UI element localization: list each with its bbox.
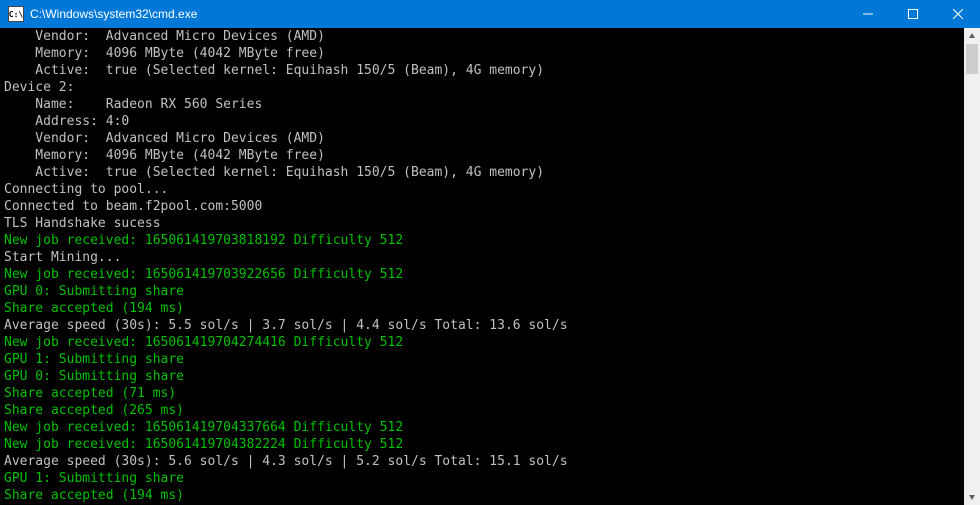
console-body: Vendor: Advanced Micro Devices (AMD) Mem… — [0, 28, 980, 505]
cmd-icon: C:\ — [8, 6, 24, 22]
console-line: Name: Radeon RX 560 Series — [4, 96, 964, 113]
scroll-up-button[interactable] — [964, 28, 980, 44]
console-line: Vendor: Advanced Micro Devices (AMD) — [4, 28, 964, 45]
console-line: Active: true (Selected kernel: Equihash … — [4, 62, 964, 79]
console-line: New job received: 165061419704337664 Dif… — [4, 419, 964, 436]
console-line: Connecting to pool... — [4, 181, 964, 198]
console-line: Address: 4:0 — [4, 113, 964, 130]
console-line: New job received: 165061419704382224 Dif… — [4, 436, 964, 453]
console-line: GPU 1: Submitting share — [4, 470, 964, 487]
console-line: Active: true (Selected kernel: Equihash … — [4, 164, 964, 181]
console-line: Connected to beam.f2pool.com:5000 — [4, 198, 964, 215]
console-line: Share accepted (265 ms) — [4, 402, 964, 419]
scrollbar-track[interactable] — [964, 44, 980, 489]
console-line: Share accepted (71 ms) — [4, 385, 964, 402]
minimize-button[interactable] — [845, 0, 890, 28]
console-line: Device 2: — [4, 79, 964, 96]
scrollbar-thumb[interactable] — [966, 44, 978, 74]
console-line: New job received: 165061419703818192 Dif… — [4, 232, 964, 249]
close-button[interactable] — [935, 0, 980, 28]
console-line: Start Mining... — [4, 249, 964, 266]
console-line: Vendor: Advanced Micro Devices (AMD) — [4, 130, 964, 147]
maximize-button[interactable] — [890, 0, 935, 28]
console-line: Memory: 4096 MByte (4042 MByte free) — [4, 45, 964, 62]
window-title: C:\Windows\system32\cmd.exe — [30, 7, 845, 21]
console-line: New job received: 165061419703922656 Dif… — [4, 266, 964, 283]
console-line: GPU 0: Submitting share — [4, 283, 964, 300]
console-line: Average speed (30s): 5.6 sol/s | 4.3 sol… — [4, 453, 964, 470]
window-controls — [845, 0, 980, 28]
vertical-scrollbar[interactable] — [964, 28, 980, 505]
console-line: Memory: 4096 MByte (4042 MByte free) — [4, 147, 964, 164]
console-line: GPU 1: Submitting share — [4, 351, 964, 368]
console-line: Average speed (30s): 5.5 sol/s | 3.7 sol… — [4, 317, 964, 334]
console-line: Share accepted (194 ms) — [4, 300, 964, 317]
titlebar: C:\ C:\Windows\system32\cmd.exe — [0, 0, 980, 28]
console-output: Vendor: Advanced Micro Devices (AMD) Mem… — [4, 28, 964, 505]
console-line: Share accepted (194 ms) — [4, 487, 964, 504]
console-line: TLS Handshake sucess — [4, 215, 964, 232]
scroll-down-button[interactable] — [964, 489, 980, 505]
console-line: New job received: 165061419704274416 Dif… — [4, 334, 964, 351]
console-line: GPU 0: Submitting share — [4, 368, 964, 385]
